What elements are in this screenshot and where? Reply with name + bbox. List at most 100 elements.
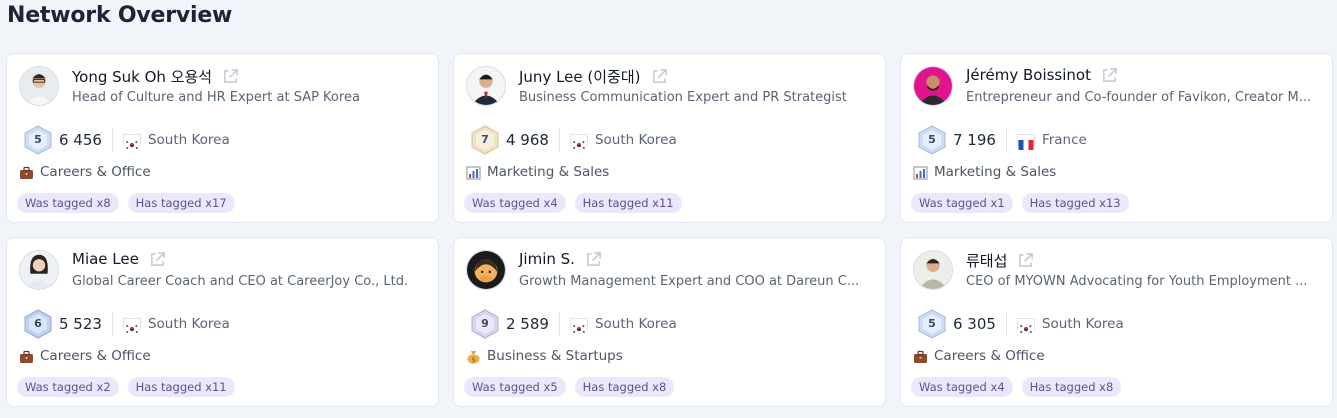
category[interactable]: Careers & Office: [19, 348, 151, 364]
tag-list: Was tagged x8 Has tagged x17: [17, 193, 235, 213]
level-badge: 9: [470, 309, 500, 339]
was-tagged-badge[interactable]: Was tagged x4: [464, 193, 566, 213]
chart-icon: [466, 165, 481, 180]
external-link-icon[interactable]: [222, 68, 239, 85]
level-badge: 6: [23, 309, 53, 339]
avatar[interactable]: [466, 66, 506, 106]
flag-kr-icon: [122, 318, 141, 334]
category-label: Business & Startups: [487, 348, 623, 364]
profile-stats: 5 6 456 South Korea: [23, 125, 230, 155]
profile-name[interactable]: Miae Lee: [72, 250, 139, 268]
external-link-icon[interactable]: [651, 68, 668, 85]
profile-name[interactable]: 류태섭: [966, 250, 1007, 271]
divider: [558, 312, 560, 336]
profile-name[interactable]: Juny Lee (이중대): [519, 66, 641, 87]
profile-headline: Entrepreneur and Co-founder of Favikon, …: [966, 90, 1312, 105]
profile-stats: 6 5 523 South Korea: [23, 309, 230, 339]
has-tagged-badge[interactable]: Has tagged x8: [574, 377, 675, 397]
score-value: 4 968: [506, 131, 549, 149]
profile-name[interactable]: Jimin S.: [519, 250, 575, 268]
avatar[interactable]: [19, 66, 59, 106]
level-badge: 5: [917, 125, 947, 155]
profile-stats: 5 6 305 South Korea: [917, 309, 1124, 339]
profile-headline: Global Career Coach and CEO at CareerJoy…: [72, 274, 409, 289]
has-tagged-badge[interactable]: Has tagged x11: [127, 377, 235, 397]
country-label: France: [1041, 132, 1087, 148]
level-badge: 7: [470, 125, 500, 155]
category[interactable]: $ Business & Startups: [466, 348, 623, 364]
score-value: 5 523: [59, 315, 102, 333]
network-card-grid: Yong Suk Oh 오용석 Head of Culture and HR E…: [6, 53, 1333, 407]
country-label: South Korea: [147, 132, 230, 148]
category-label: Marketing & Sales: [487, 164, 610, 180]
external-link-icon[interactable]: [1017, 252, 1034, 269]
category[interactable]: Careers & Office: [913, 348, 1045, 364]
score-value: 6 456: [59, 131, 102, 149]
has-tagged-badge[interactable]: Has tagged x17: [127, 193, 235, 213]
profile-headline: Business Communication Expert and PR Str…: [519, 90, 847, 105]
score-value: 2 589: [506, 315, 549, 333]
profile-card[interactable]: Jérémy Boissinot Entrepreneur and Co-fou…: [900, 53, 1333, 223]
category[interactable]: Careers & Office: [19, 164, 151, 180]
has-tagged-badge[interactable]: Has tagged x8: [1021, 377, 1122, 397]
category-label: Marketing & Sales: [934, 164, 1057, 180]
profile-card[interactable]: Miae Lee Global Career Coach and CEO at …: [6, 237, 439, 407]
profile-name[interactable]: Yong Suk Oh 오용석: [72, 66, 212, 87]
flag-kr-icon: [122, 134, 141, 150]
tag-list: Was tagged x4 Has tagged x11: [464, 193, 682, 213]
tag-list: Was tagged x4 Has tagged x8: [911, 377, 1122, 397]
country-label: South Korea: [594, 316, 677, 332]
country-label: South Korea: [594, 132, 677, 148]
profile-name[interactable]: Jérémy Boissinot: [966, 66, 1091, 84]
flag-kr-icon: [569, 318, 588, 334]
profile-card[interactable]: Juny Lee (이중대) Business Communication Ex…: [453, 53, 886, 223]
category[interactable]: Marketing & Sales: [913, 164, 1056, 180]
divider: [1005, 312, 1007, 336]
was-tagged-badge[interactable]: Was tagged x8: [17, 193, 119, 213]
avatar[interactable]: [466, 250, 506, 290]
profile-stats: 7 4 968 South Korea: [470, 125, 677, 155]
briefcase-icon: [913, 349, 928, 363]
external-link-icon[interactable]: [1101, 67, 1118, 84]
level-badge: 5: [917, 309, 947, 339]
was-tagged-badge[interactable]: Was tagged x2: [17, 377, 119, 397]
score-value: 7 196: [953, 131, 996, 149]
external-link-icon[interactable]: [585, 251, 602, 268]
tag-list: Was tagged x1 Has tagged x13: [911, 193, 1129, 213]
category-label: Careers & Office: [40, 164, 151, 180]
flag-kr-icon: [569, 134, 588, 150]
category[interactable]: Marketing & Sales: [466, 164, 609, 180]
svg-text:$: $: [472, 357, 476, 364]
was-tagged-badge[interactable]: Was tagged x1: [911, 193, 1013, 213]
profile-card[interactable]: Yong Suk Oh 오용석 Head of Culture and HR E…: [6, 53, 439, 223]
level-badge: 5: [23, 125, 53, 155]
briefcase-icon: [19, 349, 34, 363]
profile-headline: CEO of MYOWN Advocating for Youth Employ…: [966, 274, 1308, 289]
was-tagged-badge[interactable]: Was tagged x4: [911, 377, 1013, 397]
avatar[interactable]: [19, 250, 59, 290]
profile-headline: Growth Management Expert and COO at Dare…: [519, 274, 860, 289]
divider: [1005, 128, 1007, 152]
page-title: Network Overview: [7, 3, 233, 28]
profile-stats: 5 7 196 France: [917, 125, 1087, 155]
money-bag-icon: $: [466, 349, 481, 364]
category-label: Careers & Office: [934, 348, 1045, 364]
profile-card[interactable]: 류태섭 CEO of MYOWN Advocating for Youth Em…: [900, 237, 1333, 407]
tag-list: Was tagged x5 Has tagged x8: [464, 377, 675, 397]
has-tagged-badge[interactable]: Has tagged x13: [1021, 193, 1129, 213]
external-link-icon[interactable]: [149, 251, 166, 268]
profile-stats: 9 2 589 South Korea: [470, 309, 677, 339]
profile-card[interactable]: Jimin S. Growth Management Expert and CO…: [453, 237, 886, 407]
country-label: South Korea: [147, 316, 230, 332]
flag-kr-icon: [1016, 318, 1035, 334]
divider: [111, 128, 113, 152]
has-tagged-badge[interactable]: Has tagged x11: [574, 193, 682, 213]
tag-list: Was tagged x2 Has tagged x11: [17, 377, 235, 397]
avatar[interactable]: [913, 66, 953, 106]
flag-fr-icon: [1016, 134, 1035, 150]
was-tagged-badge[interactable]: Was tagged x5: [464, 377, 566, 397]
category-label: Careers & Office: [40, 348, 151, 364]
score-value: 6 305: [953, 315, 996, 333]
avatar[interactable]: [913, 250, 953, 290]
divider: [111, 312, 113, 336]
